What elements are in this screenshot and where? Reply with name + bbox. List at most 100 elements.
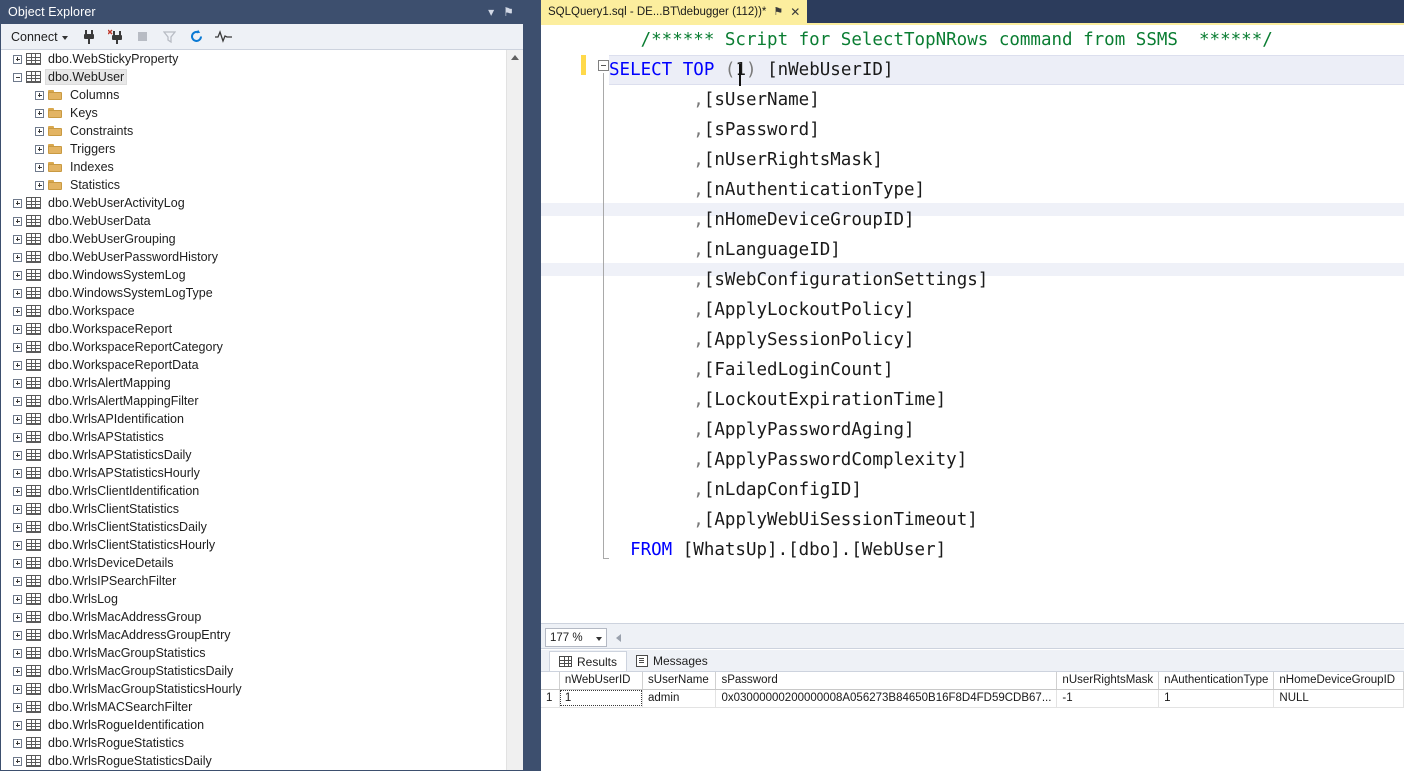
expand-icon[interactable] (13, 306, 22, 316)
tree-item[interactable]: dbo.WorkspaceReportCategory (1, 338, 523, 356)
expand-icon[interactable] (13, 576, 22, 586)
tree-item[interactable]: dbo.WebUserActivityLog (1, 194, 523, 212)
tree-item[interactable]: dbo.WebUserData (1, 212, 523, 230)
expand-icon[interactable] (13, 450, 22, 460)
tree-item[interactable]: Constraints (1, 122, 523, 140)
tree-item[interactable]: dbo.WrlsMacGroupStatisticsDaily (1, 662, 523, 680)
tree-item[interactable]: dbo.WrlsClientStatisticsHourly (1, 536, 523, 554)
close-icon[interactable]: ✕ (790, 5, 800, 19)
tree-item[interactable]: Keys (1, 104, 523, 122)
tree-item[interactable]: dbo.WrlsLog (1, 590, 523, 608)
expand-icon[interactable] (13, 756, 22, 766)
tree-item[interactable]: dbo.WrlsMacGroupStatistics (1, 644, 523, 662)
grid-corner-cell[interactable] (541, 672, 560, 690)
activity-monitor-icon[interactable] (214, 27, 234, 47)
grid-cell[interactable]: 1 (559, 689, 644, 708)
results-grid-container[interactable]: nWebUserID sUserName sPassword nUserRightsM… (541, 671, 1404, 771)
tree-item[interactable]: Triggers (1, 140, 523, 158)
expand-icon[interactable] (13, 684, 22, 694)
expand-icon[interactable] (13, 666, 22, 676)
tree-item[interactable]: dbo.WrlsClientIdentification (1, 482, 523, 500)
expand-icon[interactable] (13, 198, 22, 208)
expand-icon[interactable] (35, 108, 44, 118)
expand-icon[interactable] (13, 630, 22, 640)
pin-icon[interactable]: ⚑ (773, 5, 783, 18)
pin-icon[interactable]: ⚑ (503, 6, 514, 18)
tree-item[interactable]: dbo.WrlsAlertMappingFilter (1, 392, 523, 410)
expand-icon[interactable] (13, 432, 22, 442)
tab-messages[interactable]: Messages (627, 651, 717, 671)
expand-icon[interactable] (13, 612, 22, 622)
expand-icon[interactable] (35, 126, 44, 136)
expand-icon[interactable] (13, 54, 22, 64)
tree-item[interactable]: dbo.WindowsSystemLogType (1, 284, 523, 302)
column-header[interactable]: sPassword (715, 672, 1058, 690)
tree-item[interactable]: dbo.WrlsMacAddressGroup (1, 608, 523, 626)
tree-item[interactable]: dbo.WrlsRogueStatistics (1, 734, 523, 752)
expand-icon[interactable] (13, 738, 22, 748)
connect-icon[interactable] (79, 27, 99, 47)
tree-item[interactable]: dbo.WrlsMacGroupStatisticsHourly (1, 680, 523, 698)
disconnect-icon[interactable] (106, 27, 126, 47)
expand-icon[interactable] (13, 486, 22, 496)
tree-item[interactable]: Indexes (1, 158, 523, 176)
tree-item[interactable]: dbo.WrlsIPSearchFilter (1, 572, 523, 590)
results-grid[interactable]: nWebUserID sUserName sPassword nUserRightsM… (541, 672, 1404, 708)
collapse-region-toggle[interactable] (598, 60, 609, 71)
row-number[interactable]: 1 (541, 689, 560, 708)
tree-item[interactable]: dbo.WrlsMacAddressGroupEntry (1, 626, 523, 644)
tree-item[interactable]: dbo.WrlsRogueStatisticsDaily (1, 752, 523, 770)
expand-icon[interactable] (13, 720, 22, 730)
expand-icon[interactable] (13, 288, 22, 298)
code-editor[interactable]: /****** Script for SelectTopNRows comman… (541, 25, 1404, 623)
tree-item[interactable]: Columns (1, 86, 523, 104)
tree-item[interactable]: dbo.WorkspaceReport (1, 320, 523, 338)
expand-icon[interactable] (13, 468, 22, 478)
grid-cell[interactable]: -1 (1056, 689, 1160, 708)
expand-icon[interactable] (13, 342, 22, 352)
expand-icon[interactable] (13, 648, 22, 658)
tree-item[interactable]: dbo.WrlsClientStatistics (1, 500, 523, 518)
tree-item[interactable]: dbo.WrlsAlertMapping (1, 374, 523, 392)
expand-icon[interactable] (13, 378, 22, 388)
expand-icon[interactable] (35, 144, 44, 154)
expand-icon[interactable] (13, 216, 22, 226)
scroll-up-icon[interactable] (511, 55, 519, 60)
tree-item[interactable]: dbo.WebUserGrouping (1, 230, 523, 248)
expand-icon[interactable] (35, 162, 44, 172)
grid-cell[interactable]: admin (642, 689, 717, 708)
tree-item[interactable]: dbo.WebUser (1, 68, 523, 86)
grid-cell[interactable]: 1 (1158, 689, 1275, 708)
expand-icon[interactable] (13, 414, 22, 424)
expand-icon[interactable] (13, 252, 22, 262)
grid-cell[interactable]: NULL (1273, 689, 1404, 708)
scroll-left-icon[interactable] (616, 633, 621, 642)
grid-cell[interactable]: 0x03000000200000008A056273B84650B16F8D4F… (715, 689, 1058, 708)
expand-icon[interactable] (13, 270, 22, 280)
expand-icon[interactable] (13, 504, 22, 514)
tree-item[interactable]: dbo.Workspace (1, 302, 523, 320)
tree-item[interactable]: dbo.WrlsDeviceDetails (1, 554, 523, 572)
tree-item[interactable]: dbo.WebStickyProperty (1, 50, 523, 68)
expand-icon[interactable] (13, 234, 22, 244)
chevron-down-icon[interactable]: ▾ (488, 6, 494, 18)
column-header[interactable]: nAuthenticationType (1158, 672, 1275, 690)
code-text[interactable]: /****** Script for SelectTopNRows comman… (609, 25, 1404, 565)
tree-item[interactable]: dbo.WindowsSystemLog (1, 266, 523, 284)
tab-results[interactable]: Results (549, 651, 628, 671)
expand-icon[interactable] (13, 522, 22, 532)
tree-item[interactable]: dbo.WrlsRogueIdentification (1, 716, 523, 734)
table-row[interactable]: 1 1 admin 0x03000000200000008A056273B84650B… (541, 689, 1404, 708)
tree-item[interactable]: dbo.WrlsAPStatistics (1, 428, 523, 446)
expand-icon[interactable] (13, 702, 22, 712)
tree-item[interactable]: dbo.WebUserPasswordHistory (1, 248, 523, 266)
expand-icon[interactable] (13, 558, 22, 568)
expand-icon[interactable] (13, 360, 22, 370)
column-header[interactable]: nHomeDeviceGroupID (1273, 672, 1404, 690)
expand-icon[interactable] (13, 324, 22, 334)
expand-icon[interactable] (13, 540, 22, 550)
expand-icon[interactable] (13, 594, 22, 604)
tree-item[interactable]: Statistics (1, 176, 523, 194)
tree-item[interactable]: dbo.WrlsAPStatisticsDaily (1, 446, 523, 464)
connect-button[interactable]: Connect (7, 28, 72, 46)
